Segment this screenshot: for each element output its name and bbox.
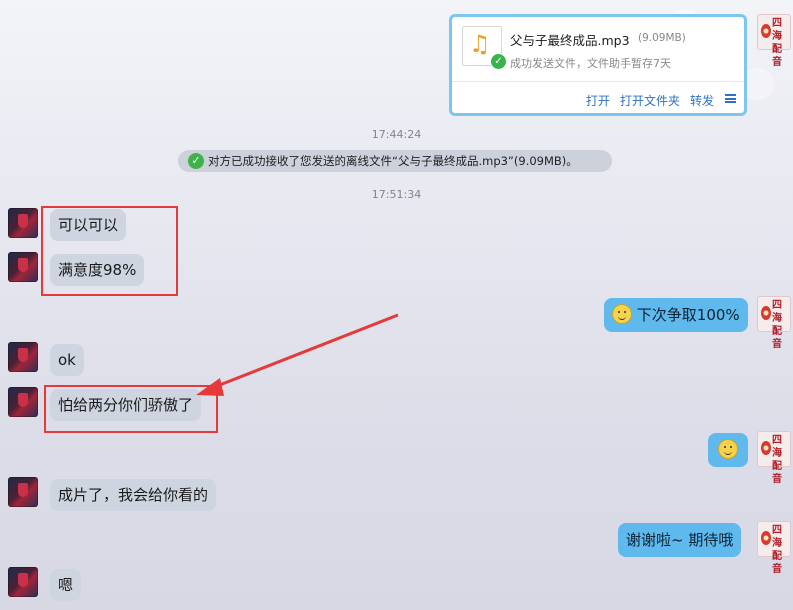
- avatar-self[interactable]: 四海 配音: [757, 521, 791, 575]
- avatar-self-text: 四海 配音: [772, 525, 782, 575]
- message-bubble-right[interactable]: 谢谢啦~ 期待哦: [618, 523, 742, 557]
- message-bubble-left[interactable]: 嗯: [50, 569, 82, 601]
- avatar-self-text: 四海 配音: [772, 435, 782, 485]
- seal-icon: [761, 531, 771, 545]
- annotation-arrow: [196, 313, 399, 396]
- avatar-contact[interactable]: [8, 477, 38, 507]
- smile-emoji-icon: [718, 439, 738, 459]
- seal-icon: [761, 441, 771, 455]
- message-bubble-right[interactable]: [708, 433, 748, 467]
- message-bubble-left[interactable]: 成片了，我会给你看的: [50, 479, 217, 511]
- avatar-self[interactable]: 四海 配音: [757, 431, 791, 485]
- avatar-contact[interactable]: [8, 567, 38, 597]
